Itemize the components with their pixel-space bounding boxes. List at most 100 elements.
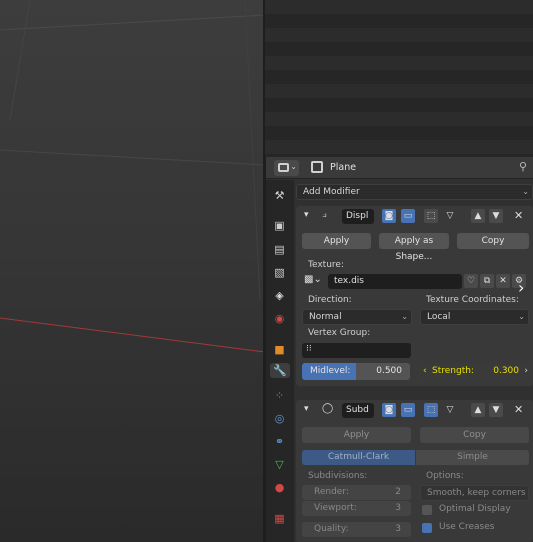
viewport-levels-field[interactable]: Viewport: 3 [302,501,411,516]
apply-as-shape-button[interactable]: Apply as Shape... [379,233,449,262]
close-icon[interactable]: ✕ [514,403,523,416]
checker-texture-icon[interactable]: ▩⌄ [304,274,322,285]
subdivision-icon: ◯ [322,403,334,414]
tab-constraints[interactable]: ⚭ [272,434,287,449]
optimal-display-label: Optimal Display [439,504,511,514]
viewport-label: Viewport: [314,503,357,513]
tab-particles[interactable]: ⁘ [272,388,287,403]
strength-value: 0.300 [493,366,519,376]
edit-mode-icon[interactable]: ⬚ [424,209,438,223]
display-icon[interactable]: ▭ [401,209,415,223]
properties-editor: ⌄ Plane ⚲ ⚒ ▣ ▤ ▧ ◈ ◉ ■ 🔧 ⁘ ◎ ⚭ ▽ ● ▦ Ad… [266,157,533,542]
render-label: Render: [314,487,349,497]
display-icon[interactable]: ▭ [401,403,415,417]
cage-icon[interactable]: ▽ [443,209,457,223]
add-modifier-dropdown[interactable]: Add Modifier ⌄ [296,184,533,200]
direction-value: Normal [309,312,342,322]
tool-icon: ⚒ [274,189,285,202]
tab-object[interactable]: ■ [272,342,287,357]
chevron-left-icon[interactable]: ‹ [423,366,427,376]
texture-coordinates-label: Texture Coordinates: [426,295,519,305]
mesh-data-icon: ▽ [275,458,284,471]
collapse-icon[interactable]: ▾ [304,210,309,220]
copy-button[interactable]: Copy [457,233,529,249]
tab-tool[interactable]: ⚒ [272,188,287,203]
output-icon: ▤ [274,243,285,256]
quality-value: 3 [395,524,401,534]
subdivision-modifier-panel: ▾ ◯ Subd ◙ ▭ ⬚ ▽ ▲ ▼ ✕ Apply Copy Catmul… [296,400,533,542]
wrench-icon: 🔧 [273,364,287,377]
tab-world[interactable]: ◉ [272,311,287,326]
copy-button[interactable]: Copy [420,427,529,443]
tab-render[interactable]: ▣ [272,218,287,233]
particles-icon: ⁘ [274,389,285,402]
midlevel-label: Midlevel: [310,366,351,376]
tab-material[interactable]: ● [272,480,287,495]
apply-button[interactable]: Apply [302,427,411,443]
render-levels-field[interactable]: Render: 2 [302,485,411,500]
render-value: 2 [395,487,401,497]
duplicate-icon[interactable]: ⧉ [480,274,494,288]
move-up-icon[interactable]: ▲ [471,403,485,417]
tab-physics[interactable]: ◎ [272,411,287,426]
move-down-icon[interactable]: ▼ [489,403,503,417]
x-axis-line [0,317,265,353]
use-creases-checkbox[interactable] [422,523,432,533]
collapse-icon[interactable]: ▾ [304,404,309,414]
texture-coordinates-dropdown[interactable]: Local ⌄ [420,309,529,325]
properties-header: ⌄ Plane ⚲ [266,157,533,179]
vertex-group-icon: ⁝⁝ [306,344,312,354]
material-icon: ● [274,481,285,494]
physics-icon: ◎ [274,412,285,425]
direction-label: Direction: [308,295,352,305]
chevron-down-icon: ⌄ [518,312,525,321]
subdivision-name-field[interactable]: Subd [342,403,374,418]
tab-modifiers[interactable]: 🔧 [270,363,290,378]
optimal-display-checkbox[interactable] [422,505,432,515]
close-icon[interactable]: ✕ [514,209,523,222]
edit-mode-icon[interactable]: ⬚ [424,403,438,417]
tab-output[interactable]: ▤ [272,242,287,257]
camera-icon[interactable]: ◙ [382,209,396,223]
direction-dropdown[interactable]: Normal ⌄ [302,309,412,325]
displace-modifier-panel: ▾ ⟓ Displ ◙ ▭ ⬚ ▽ ▲ ▼ ✕ Apply Apply as S… [296,206,533,386]
pin-icon[interactable]: ⚲ [519,160,527,173]
vertex-group-field[interactable]: ⁝⁝ [302,343,411,358]
catmull-clark-option[interactable]: Catmull-Clark [302,450,415,465]
tab-scene[interactable]: ◈ [272,288,287,303]
midlevel-slider[interactable]: Midlevel: 0.500 [302,363,410,380]
move-up-icon[interactable]: ▲ [471,209,485,223]
uv-smooth-dropdown[interactable]: Smooth, keep corners [420,485,529,501]
texture-icon: ▦ [274,512,285,525]
object-name: Plane [330,162,357,173]
tab-data[interactable]: ▽ [272,457,287,472]
apply-button[interactable]: Apply [302,233,371,249]
tab-view-layer[interactable]: ▧ [272,265,287,280]
tab-texture[interactable]: ▦ [272,511,287,526]
3d-viewport[interactable] [0,0,265,542]
viewport-grid [0,0,265,353]
render-icon: ▣ [274,219,285,232]
simple-option[interactable]: Simple [416,450,529,465]
unlink-icon[interactable]: ✕ [496,274,510,288]
move-down-icon[interactable]: ▼ [489,209,503,223]
properties-icon [278,163,289,172]
texture-name-field[interactable]: tex.dis [328,274,462,289]
options-label: Options: [426,471,464,481]
editor-type-button[interactable]: ⌄ [274,160,299,176]
quality-label: Quality: [314,524,349,534]
viewport-value: 3 [395,503,401,513]
modifiers-content: Add Modifier ⌄ ▾ ⟓ Displ ◙ ▭ ⬚ ▽ ▲ ▼ ✕ A… [296,180,533,542]
camera-icon[interactable]: ◙ [382,403,396,417]
vertex-group-label: Vertex Group: [308,328,371,338]
constraints-icon: ⚭ [274,435,285,448]
fake-user-icon[interactable]: ♡ [464,274,478,288]
chevron-down-icon: ⌄ [522,187,529,196]
cage-icon[interactable]: ▽ [443,403,457,417]
strength-slider[interactable]: ‹ Strength: 0.300 › [419,363,531,380]
displace-name-field[interactable]: Displ [342,209,374,224]
cursor-icon: › [518,278,525,297]
chevron-right-icon[interactable]: › [524,366,528,376]
object-data-icon [311,161,323,173]
quality-field[interactable]: Quality: 3 [302,522,411,537]
